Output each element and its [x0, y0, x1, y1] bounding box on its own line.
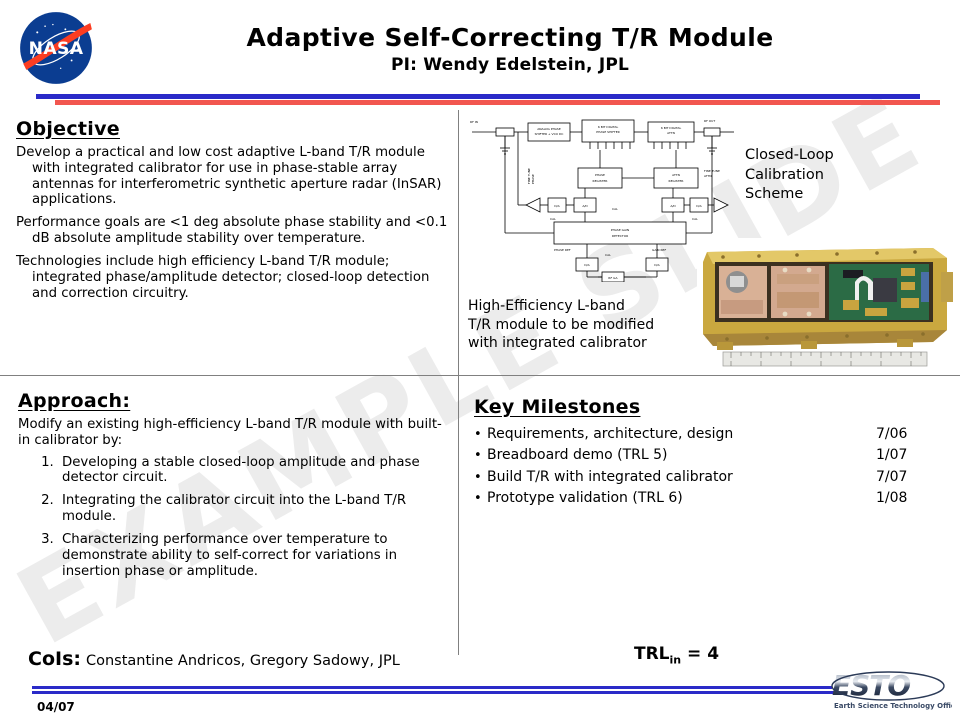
- milestone-date: 1/08: [876, 489, 908, 506]
- svg-text:CAL: CAL: [692, 217, 698, 221]
- approach-list-item: Characterizing performance over temperat…: [58, 532, 448, 579]
- approach-list: Developing a stable closed-loop amplitud…: [18, 455, 448, 580]
- svg-text:ATTN: ATTN: [672, 173, 680, 177]
- svg-text:PHASE: PHASE: [595, 173, 605, 177]
- esto-logo: ESTO Earth Science Technology Office: [830, 668, 960, 712]
- svg-text:GAIN REF: GAIN REF: [652, 248, 666, 252]
- objective-paragraph: Performance goals are <1 deg absolute ph…: [16, 215, 448, 247]
- svg-text:CAL: CAL: [612, 207, 618, 211]
- svg-text:REGISTER: REGISTER: [593, 179, 608, 183]
- page-title: Adaptive Self-Correcting T/R Module: [246, 23, 774, 52]
- photo-caption: High-Efficiency L-band T/R module to be …: [468, 297, 693, 353]
- svg-text:A/D: A/D: [670, 204, 676, 208]
- key-milestones-section: Key Milestones • Requirements, architect…: [474, 396, 924, 509]
- milestone-row: • Prototype validation (TRL 6) 1/08: [474, 488, 924, 509]
- photo-caption-line: with integrated calibrator: [468, 335, 647, 352]
- svg-text:RF OUT: RF OUT: [704, 119, 715, 123]
- closed-loop-caption-line: Calibration: [745, 166, 824, 183]
- slide-canvas: EXAMPLE SLIDE NASA Adaptive Self-Correct…: [0, 0, 960, 720]
- svg-text:ANALOG PHASE: ANALOG PHASE: [537, 127, 561, 131]
- milestone-label: Breadboard demo (TRL 5): [487, 447, 668, 464]
- cois-names: Constantine Andricos, Gregory Sadowy, JP…: [85, 653, 400, 669]
- svg-text:RF IN: RF IN: [470, 120, 478, 124]
- milestone-row: • Build T/R with integrated calibrator 7…: [474, 467, 924, 488]
- milestone-date: 1/07: [876, 447, 908, 464]
- bullet-icon: •: [474, 448, 482, 464]
- svg-text:A/D: A/D: [582, 204, 588, 208]
- svg-text:SHIFTER + VCO DC: SHIFTER + VCO DC: [535, 132, 564, 136]
- bullet-icon: •: [474, 490, 482, 506]
- trl-indicator: TRLin = 4: [634, 644, 719, 666]
- bullet-icon: •: [474, 469, 482, 485]
- svg-text:DETECTOR: DETECTOR: [612, 234, 628, 238]
- svg-text:ESTO: ESTO: [832, 669, 910, 702]
- objective-section: Objective Develop a practical and low co…: [16, 118, 448, 308]
- vertical-divider: [458, 110, 459, 655]
- svg-text:D/A: D/A: [554, 204, 560, 208]
- svg-text:PHASE SHIFTER: PHASE SHIFTER: [596, 130, 619, 134]
- photo-caption-line: T/R module to be modified: [468, 316, 655, 333]
- header-rule-red: [55, 100, 940, 105]
- approach-list-item: Integrating the calibrator circuit into …: [58, 493, 448, 525]
- objective-paragraph: Technologies include high efficiency L-b…: [16, 253, 430, 301]
- approach-heading: Approach:: [18, 390, 131, 412]
- svg-text:PHASE: PHASE: [531, 174, 535, 184]
- svg-text:CAL: CAL: [605, 253, 611, 257]
- header-rule-blue: [36, 94, 920, 99]
- cois-label: CoIs:: [28, 648, 81, 670]
- svg-text:6 BIT DIGITAL: 6 BIT DIGITAL: [598, 125, 619, 129]
- approach-section: Approach: Modify an existing high-effici…: [18, 390, 448, 586]
- milestone-date: 7/06: [876, 426, 908, 442]
- svg-text:PHASE GAIN: PHASE GAIN: [611, 228, 629, 232]
- bullet-icon: •: [474, 427, 482, 442]
- footer-rule-upper: [32, 686, 832, 689]
- milestone-label: Requirements, architecture, design: [487, 426, 734, 442]
- svg-text:D/A: D/A: [654, 263, 660, 267]
- objective-paragraph: Develop a practical and low cost adaptiv…: [16, 145, 442, 208]
- closed-loop-caption-line: Closed-Loop: [745, 147, 834, 163]
- trl-value: = 4: [681, 644, 720, 664]
- svg-text:CAL: CAL: [550, 217, 556, 221]
- title-block: Adaptive Self-Correcting T/R Module PI: …: [160, 23, 860, 76]
- milestones-heading: Key Milestones: [474, 396, 641, 418]
- svg-text:D/A: D/A: [584, 263, 590, 267]
- milestone-label: Build T/R with integrated calibrator: [487, 468, 733, 485]
- photo-caption-line: High-Efficiency L-band: [468, 298, 625, 314]
- svg-text:D/A: D/A: [696, 204, 702, 208]
- milestone-date: 7/07: [876, 468, 908, 485]
- svg-text:6 BIT DIGITAL: 6 BIT DIGITAL: [661, 126, 682, 130]
- svg-text:ATTN: ATTN: [704, 174, 712, 178]
- milestone-row: • Requirements, architecture, design 7/0…: [474, 424, 924, 445]
- cois-line: CoIs: Constantine Andricos, Gregory Sadow…: [28, 648, 400, 670]
- trl-prefix: TRL: [634, 644, 670, 664]
- svg-text:ATTN: ATTN: [667, 131, 675, 135]
- closed-loop-caption-line: Scheme: [745, 186, 804, 203]
- horizontal-divider: [0, 375, 960, 376]
- svg-text:FINE TUNE: FINE TUNE: [704, 169, 720, 173]
- nasa-logo: NASA: [17, 9, 95, 87]
- objective-heading: Objective: [16, 118, 120, 140]
- svg-text:NASA: NASA: [29, 39, 84, 59]
- approach-list-item: Developing a stable closed-loop amplitud…: [58, 455, 448, 487]
- footer-rule-lower: [32, 691, 840, 694]
- svg-text:REGISTER: REGISTER: [669, 179, 684, 183]
- svg-text:RF GA: RF GA: [608, 276, 618, 280]
- date-stamp: 04/07: [37, 700, 75, 714]
- trl-subscript: in: [669, 653, 682, 667]
- page-subtitle: PI: Wendy Edelstein, JPL: [390, 55, 630, 75]
- approach-lead: Modify an existing high-efficiency L-ban…: [18, 417, 442, 448]
- milestone-label: Prototype validation (TRL 6): [487, 489, 683, 506]
- svg-text:PHASE REF: PHASE REF: [554, 248, 571, 252]
- milestone-row: • Breadboard demo (TRL 5) 1/07: [474, 445, 924, 466]
- tr-module-photo: [697, 238, 955, 370]
- closed-loop-caption: Closed-Loop Calibration Scheme: [745, 146, 834, 205]
- svg-text:Earth Science Technology Offic: Earth Science Technology Office: [834, 702, 952, 710]
